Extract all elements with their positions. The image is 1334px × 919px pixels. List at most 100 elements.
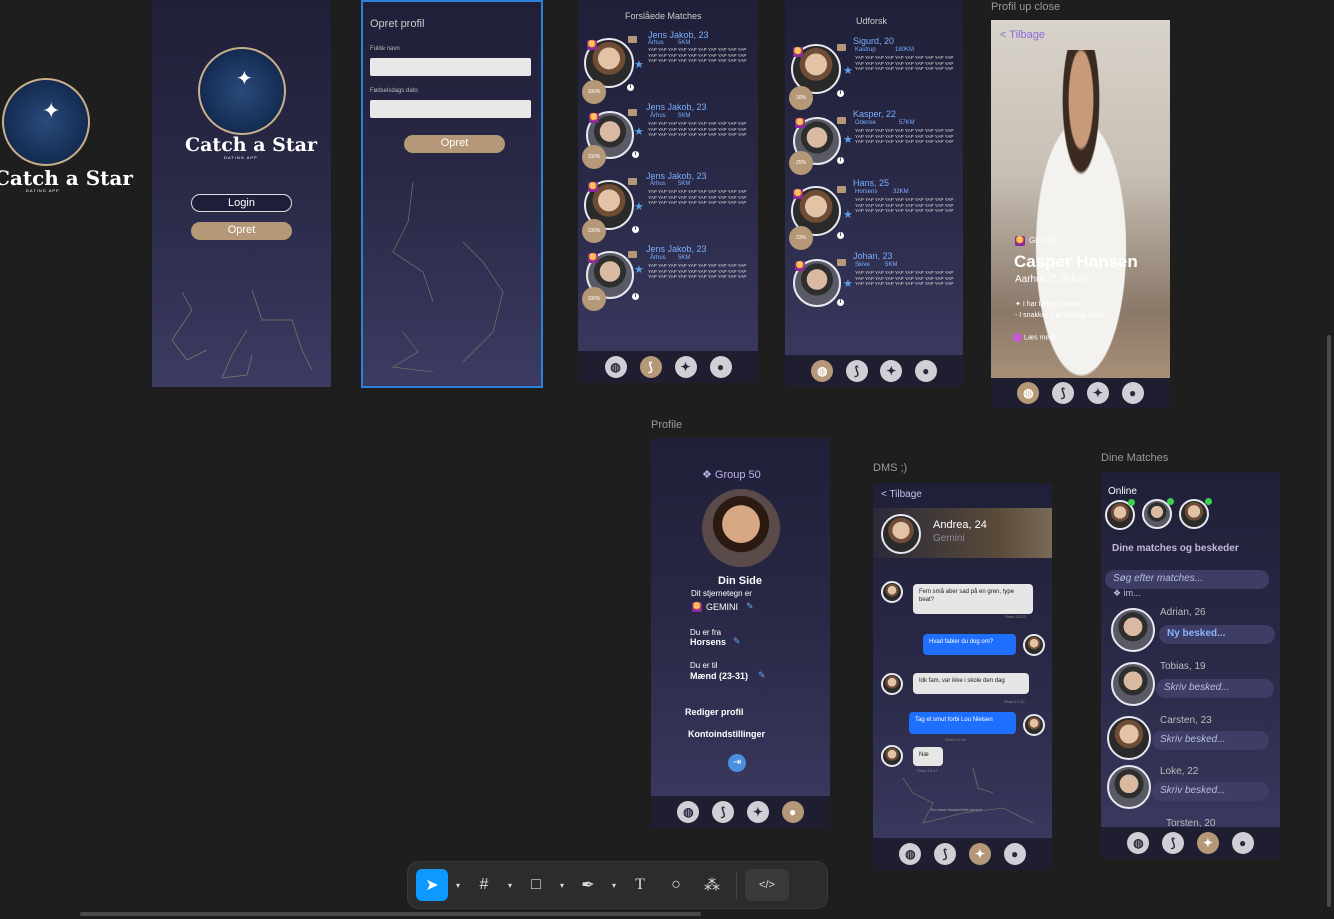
favorite-star-icon[interactable]: ★ bbox=[843, 64, 853, 77]
favorite-star-icon[interactable]: ★ bbox=[634, 263, 644, 276]
frame-explore[interactable]: Udforsk 30% ♊ ★ i Sigurd, 20 Kastrup 180… bbox=[785, 0, 963, 387]
info-icon[interactable]: i bbox=[632, 151, 639, 158]
signup-button[interactable]: Opret bbox=[191, 222, 292, 240]
explore-card[interactable]: ♊ ★ i Johan, 23 Skive 5KM YAP YAP YAP YA… bbox=[789, 251, 959, 323]
dev-mode-toggle-icon[interactable]: </> bbox=[745, 869, 789, 901]
chevron-down-icon[interactable]: ▾ bbox=[608, 869, 620, 901]
stars-icon[interactable]: ✦ bbox=[1086, 382, 1109, 404]
info-icon[interactable]: i bbox=[837, 90, 844, 97]
user-icon[interactable]: ● bbox=[1231, 832, 1254, 854]
info-icon[interactable]: i bbox=[632, 226, 639, 233]
globe-icon[interactable]: ◍ bbox=[1017, 382, 1040, 404]
user-icon[interactable]: ● bbox=[781, 801, 804, 823]
user-icon[interactable]: ● bbox=[914, 360, 937, 382]
stars-icon[interactable]: ✦ bbox=[968, 843, 991, 865]
match-row[interactable]: Adrian, 26 Ny besked... bbox=[1101, 604, 1280, 652]
chat-icon[interactable] bbox=[628, 178, 637, 185]
explore-card[interactable]: 30% ♊ ★ i Sigurd, 20 Kastrup 180KM YAP Y… bbox=[789, 36, 959, 110]
logout-icon[interactable]: ⇥ bbox=[728, 754, 746, 772]
favorite-star-icon[interactable]: ★ bbox=[843, 208, 853, 221]
message-input[interactable]: Skriv besked... bbox=[1156, 679, 1274, 698]
chat-icon[interactable] bbox=[837, 186, 846, 193]
rectangle-tool-icon[interactable]: □ bbox=[520, 869, 552, 901]
frame-welcome[interactable]: ✦ Catch a Star DATING APP Login Opret bbox=[152, 0, 331, 387]
explore-card[interactable]: 25% ♊ ★ i Kasper, 22 Odense 57KM YAP YAP… bbox=[789, 109, 959, 181]
edit-icon[interactable]: ✎ bbox=[733, 636, 741, 647]
message-input[interactable]: Skriv besked... bbox=[1152, 731, 1269, 750]
favorite-star-icon[interactable]: ★ bbox=[843, 277, 853, 290]
frame-tool-icon[interactable]: # bbox=[468, 869, 500, 901]
back-link[interactable]: < Tilbage bbox=[1000, 29, 1045, 41]
constellation-icon[interactable]: ⟆ bbox=[712, 801, 735, 823]
user-icon[interactable]: ● bbox=[1121, 382, 1144, 404]
constellation-icon[interactable]: ⟆ bbox=[1052, 382, 1075, 404]
login-button[interactable]: Login bbox=[191, 194, 292, 212]
user-icon[interactable]: ● bbox=[1003, 843, 1026, 865]
account-settings-link[interactable]: Kontoindstillinger bbox=[688, 729, 765, 739]
user-icon[interactable]: ● bbox=[709, 356, 732, 378]
match-card[interactable]: 100% ♊ ★ i Jens Jakob, 23 Århus 5KM YAP … bbox=[582, 30, 754, 104]
match-row[interactable]: Carsten, 23 Skriv besked... bbox=[1101, 712, 1280, 760]
dob-field[interactable] bbox=[370, 100, 531, 118]
favorite-star-icon[interactable]: ★ bbox=[634, 200, 644, 213]
edit-icon[interactable]: ✎ bbox=[758, 670, 766, 681]
chat-icon[interactable] bbox=[837, 259, 846, 266]
globe-icon[interactable]: ◍ bbox=[604, 356, 627, 378]
stars-icon[interactable]: ✦ bbox=[1196, 832, 1219, 854]
info-icon[interactable]: i bbox=[627, 84, 634, 91]
edit-profile-link[interactable]: Rediger profil bbox=[685, 707, 744, 717]
frame-suggested[interactable]: Forslåede Matches 100% ♊ ★ i Jens Jakob,… bbox=[578, 0, 758, 383]
chat-icon[interactable] bbox=[628, 251, 637, 258]
match-card[interactable]: 100% ♊ ★ i Jens Jakob, 23 Århus 5KM YAP … bbox=[582, 244, 754, 317]
favorite-star-icon[interactable]: ★ bbox=[843, 133, 853, 146]
stars-icon[interactable]: ✦ bbox=[746, 801, 769, 823]
constellation-icon[interactable]: ⟆ bbox=[1162, 832, 1185, 854]
create-button[interactable]: Opret bbox=[404, 135, 505, 153]
chevron-down-icon[interactable]: ▾ bbox=[452, 869, 464, 901]
message-input[interactable]: Skriv besked... bbox=[1152, 782, 1269, 801]
comment-tool-icon[interactable]: ○ bbox=[660, 869, 692, 901]
chevron-down-icon[interactable]: ▾ bbox=[504, 869, 516, 901]
stars-icon[interactable]: ✦ bbox=[674, 356, 697, 378]
globe-icon[interactable]: ◍ bbox=[677, 801, 700, 823]
match-row[interactable]: Tobias, 19 Skriv besked... bbox=[1101, 658, 1280, 706]
match-card[interactable]: 100% ♊ ★ i Jens Jakob, 23 Århus 5KM YAP … bbox=[582, 102, 754, 175]
move-tool-icon[interactable]: ➤ bbox=[416, 869, 448, 901]
favorite-star-icon[interactable]: ★ bbox=[634, 125, 644, 138]
frame-closeup[interactable]: < Tilbage ♊ GEMINI Casper Hansen Aarhus … bbox=[991, 20, 1170, 408]
favorite-star-icon[interactable]: ★ bbox=[634, 58, 644, 71]
vertical-scrollbar[interactable] bbox=[1327, 335, 1331, 907]
frame-profile[interactable]: ❖ Group 50 Din Side Dit stjernetegn er ♊… bbox=[651, 438, 830, 828]
components-tool-icon[interactable]: ⁂ bbox=[696, 869, 728, 901]
constellation-icon[interactable]: ⟆ bbox=[639, 356, 662, 378]
horizontal-scrollbar[interactable] bbox=[80, 912, 701, 916]
globe-icon[interactable]: ◍ bbox=[899, 843, 922, 865]
back-link[interactable]: < Tilbage bbox=[881, 489, 922, 500]
chat-icon[interactable] bbox=[628, 36, 637, 43]
info-icon[interactable]: i bbox=[837, 299, 844, 306]
search-input[interactable]: Søg efter matches... bbox=[1105, 570, 1269, 589]
frame-signup[interactable]: Opret profil Fulde navn Fødselsdags dato… bbox=[361, 0, 543, 388]
match-row[interactable]: Loke, 22 Skriv besked... bbox=[1101, 763, 1280, 811]
explore-card[interactable]: 23% ♊ ★ i Hans, 25 Horsens 32KM YAP YAP … bbox=[789, 178, 959, 250]
chat-icon[interactable] bbox=[628, 109, 637, 116]
chevron-down-icon[interactable]: ▾ bbox=[556, 869, 568, 901]
read-more-link[interactable]: Læs mere... bbox=[1013, 333, 1061, 342]
text-tool-icon[interactable]: T bbox=[624, 869, 656, 901]
info-icon[interactable]: i bbox=[837, 232, 844, 239]
constellation-icon[interactable]: ⟆ bbox=[845, 360, 868, 382]
online-avatar[interactable] bbox=[1179, 499, 1209, 529]
pen-tool-icon[interactable]: ✒ bbox=[572, 869, 604, 901]
chat-icon[interactable] bbox=[837, 117, 846, 124]
info-icon[interactable]: i bbox=[632, 293, 639, 300]
message-preview[interactable]: Ny besked... bbox=[1159, 625, 1275, 644]
chat-icon[interactable] bbox=[837, 44, 846, 51]
info-icon[interactable]: i bbox=[837, 157, 844, 164]
stars-icon[interactable]: ✦ bbox=[880, 360, 903, 382]
name-field[interactable] bbox=[370, 58, 531, 76]
constellation-icon[interactable]: ⟆ bbox=[934, 843, 957, 865]
match-card[interactable]: 100% ♊ ★ i Jens Jakob, 23 Århus 5KM YAP … bbox=[582, 171, 754, 244]
globe-icon[interactable]: ◍ bbox=[811, 360, 834, 382]
frame-dms[interactable]: < Tilbage Andrea, 24 Gemini Fem små aber… bbox=[873, 483, 1052, 870]
frame-matches[interactable]: Online Dine matches og beskeder Søg efte… bbox=[1101, 472, 1280, 859]
